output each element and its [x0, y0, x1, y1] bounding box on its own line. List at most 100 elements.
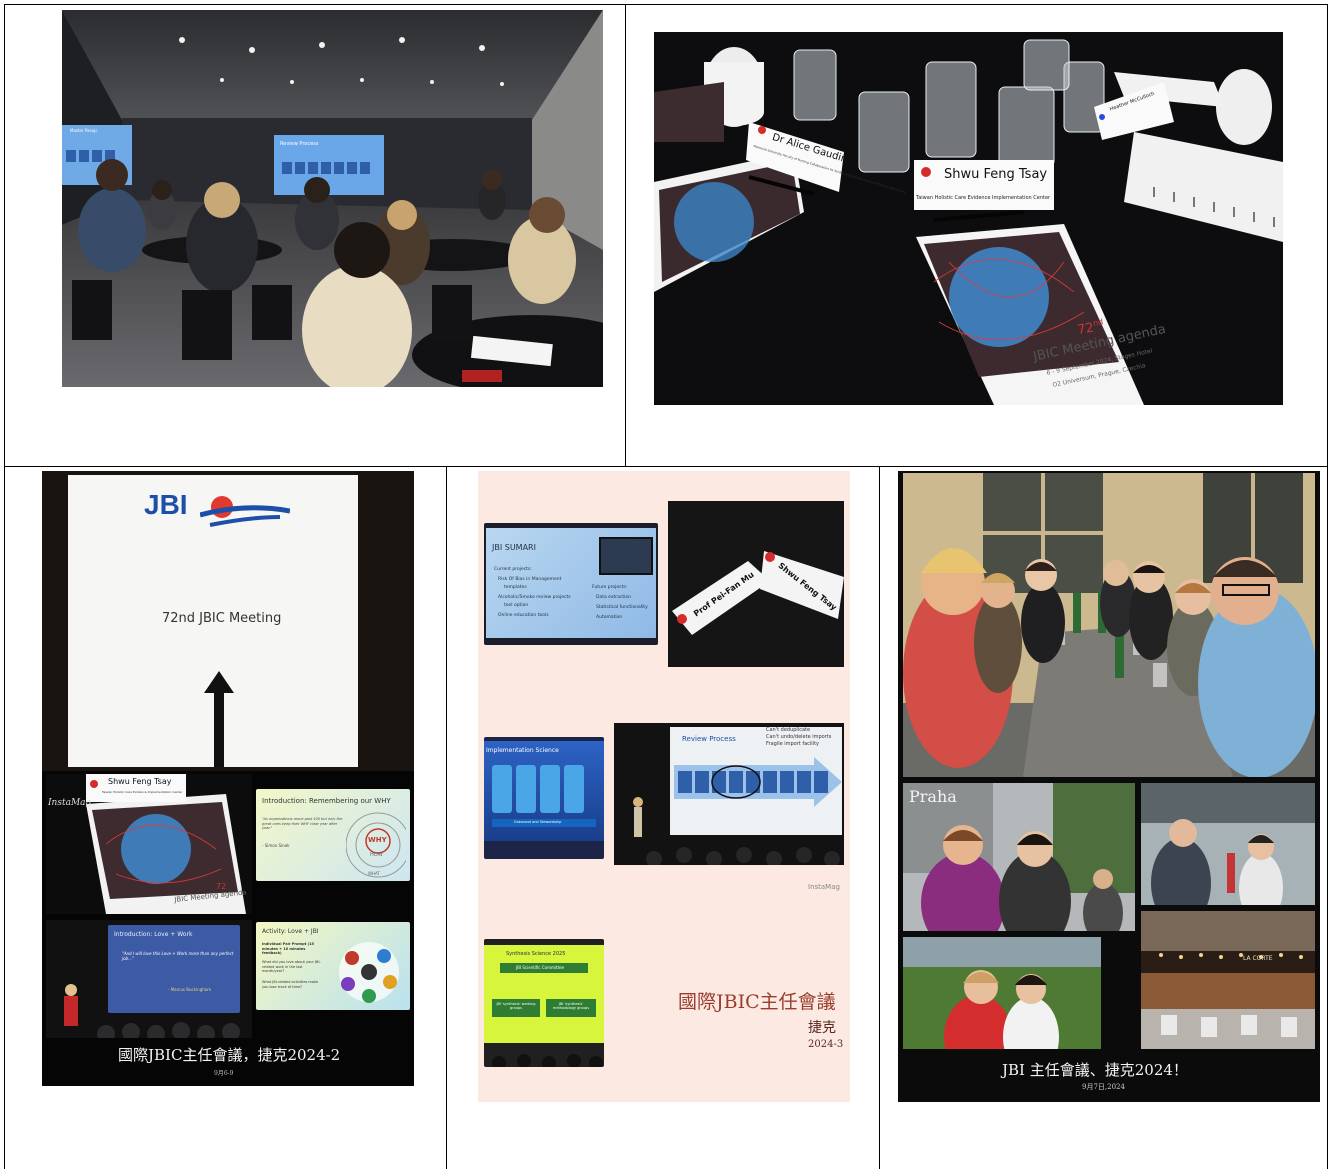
love-work-quote: "And I will love this Love + Work more t…: [122, 951, 234, 962]
dinner-scene: [903, 473, 1318, 778]
collage2-date: 2024-3: [808, 1039, 844, 1050]
synthesis-screen: [484, 945, 604, 1043]
activity-title: Activity: Love + JBI: [262, 928, 319, 935]
collage2-watermark: InstaMag: [808, 883, 840, 891]
love-work-title: Introduction: Love + Work: [114, 931, 193, 938]
agenda-number-suffix: nd: [1092, 317, 1104, 328]
conference-room-photo: Master Pasujc Review Process: [62, 10, 603, 387]
why-slide-title: Introduction: Remembering our WHY: [262, 797, 391, 805]
synthesis-left: JBI 'synthesis' working groups: [496, 1002, 536, 1011]
implementation-title: Implementation Science: [486, 747, 559, 754]
jbi-screen-photo: JBI 72nd JBIC Meeting: [42, 471, 414, 771]
sumari-left-2: Risk Of Bias in Management: [498, 577, 562, 582]
collage-prague-photos: Praha LA CORTE JBI 主任會議、捷克2024！ 9月7日,202…: [898, 471, 1320, 1102]
sumari-left-5: tool option: [504, 603, 529, 608]
place-card-2-sub: Taiwan Holistic Care Evidence Implementa…: [916, 195, 1051, 201]
sumari-left-3: templates: [504, 585, 527, 590]
review-note-2: Can't undo/delete imports: [766, 734, 832, 740]
sumari-laptop: [599, 537, 653, 575]
table-border-top: [4, 4, 1328, 5]
place-cards-photo: Dr Alice Gaudine Memorial University Fac…: [654, 32, 1283, 405]
two-women-scene: [903, 937, 1101, 1079]
why-label: WHY: [368, 836, 387, 844]
why-slide: Introduction: Remembering our WHY "As or…: [256, 789, 410, 881]
why-slide-author: - Simon Sinek: [262, 843, 290, 848]
cafe-photo: LA CORTE: [1141, 911, 1315, 1049]
conversation-scene: [1141, 783, 1315, 928]
up-arrow-icon: [204, 671, 234, 767]
collage2-caption: 國際JBIC主任會議: [678, 991, 836, 1013]
review-title: Review Process: [682, 735, 736, 743]
sumari-left-1: Current projects:: [494, 567, 532, 572]
praha-label: Praha: [909, 787, 957, 806]
card-sub: Taiwan Holistic Care Evidence Implementa…: [102, 790, 183, 794]
table-border-left: [4, 4, 5, 1169]
team-hands-icon: [339, 942, 399, 1003]
table-divider-top: [625, 4, 626, 467]
sumari-right-1: Future projects:: [592, 585, 628, 590]
meeting-title: 72nd JBIC Meeting: [162, 611, 282, 626]
place-card-photo: Shwu Feng Tsay Taiwan Holistic Care Evid…: [46, 774, 252, 914]
table-border-middle: [4, 466, 1328, 467]
table-border-right: [1327, 4, 1328, 1169]
activity-bullet-1: What did you love about your JBI-related…: [262, 960, 321, 974]
golden-circle-icon: [346, 812, 406, 878]
collage-science-slides: JBI SUMARI Current projects: Risk Of Bia…: [478, 471, 850, 1102]
place-card-2-name: Shwu Feng Tsay: [944, 167, 1048, 182]
impl-step-4: [564, 765, 584, 813]
activity-slide: Activity: Love + JBI Individual Pair Pro…: [256, 922, 410, 1010]
table-divider-bottom-2: [879, 466, 880, 1169]
activity-sub: Individual Pair Prompt (15 minutes + 10 …: [262, 942, 314, 956]
name-cards-photo: Prof Pei-Fan Mu Shwu Feng Tsay: [668, 501, 844, 667]
what-label: WHAT: [368, 871, 380, 876]
impl-band-label: Grassroot and Stewardship: [514, 820, 562, 824]
name-cards-graphic: [672, 551, 844, 635]
sumari-right-4: Automation: [596, 615, 623, 620]
impl-step-2: [516, 765, 536, 813]
sumari-right-2: Data extraction: [596, 595, 631, 600]
sumari-left-6: Online education tools: [498, 613, 549, 618]
synthesis-audience-graphic: [492, 1054, 603, 1067]
collage2-country: 捷克: [808, 1020, 836, 1036]
love-work-photo: Introduction: Love + Work "And I will lo…: [46, 920, 252, 1038]
cafe-sign: LA CORTE: [1243, 955, 1273, 962]
review-note-3: Fragile import facility: [766, 741, 820, 747]
why-slide-quote: "As organizations move past 100 but only…: [262, 817, 343, 831]
instamag-watermark: InstaMag: [48, 798, 92, 808]
two-women-photo: [903, 937, 1101, 1079]
card-name: Shwu Feng Tsay: [108, 777, 172, 786]
jbi-logo-icon: [200, 496, 290, 527]
implementation-slide: Implementation Science Grassroot and Ste…: [484, 737, 604, 859]
sumari-right-3: Statistical functionality: [596, 605, 648, 610]
left-screen-label: Master Pasujc: [70, 128, 98, 133]
sumari-slide: JBI SUMARI Current projects: Risk Of Bia…: [484, 523, 658, 645]
synthesis-slide: Synthesis Science 2025 JBI Scientific Co…: [484, 939, 604, 1067]
impl-step-1: [492, 765, 512, 813]
conference-room-scene: [62, 10, 603, 387]
cafe-scene: [1141, 911, 1315, 1049]
activity-bullet-2: What JBI-related activities make you los…: [262, 980, 319, 989]
synthesis-right: JBI 'synthesis' methodology groups: [552, 1002, 590, 1011]
dinner-group-photo: [903, 473, 1318, 778]
how-label: HOW: [370, 852, 383, 858]
right-screen-label: Review Process: [280, 141, 319, 147]
table-divider-bottom-1: [446, 466, 447, 1169]
review-process-photo: Review Process Can't deduplicate Can't u…: [614, 723, 844, 865]
collage1-caption: 國際JBIC主任會議，捷克2024-2: [118, 1046, 341, 1064]
impl-step-3: [540, 765, 560, 813]
jbi-logo-text: JBI: [144, 489, 188, 520]
synthesis-title: Synthesis Science 2025: [506, 951, 566, 957]
conversation-photo: [1141, 783, 1315, 928]
table-scene: [654, 32, 1283, 405]
review-note-1: Can't deduplicate: [766, 727, 811, 733]
collage1-date: 9月6-9: [214, 1070, 234, 1077]
audience-graphic: [64, 984, 240, 1038]
collage3-caption: JBI 主任會議、捷克2024！: [1002, 1061, 1188, 1079]
collage3-date: 9月7日,2024: [1082, 1083, 1125, 1091]
street-photo: Praha: [903, 783, 1135, 953]
review-audience-graphic: [633, 797, 840, 865]
sumari-title: JBI SUMARI: [492, 543, 536, 552]
collage-meeting-slides: JBI 72nd JBIC Meeting Shwu Feng Tsay Tai…: [42, 471, 414, 1086]
sumari-left-4: Alcoholic/Smoke review projects: [498, 595, 571, 600]
synthesis-committee: JBI Scientific Committee: [516, 965, 565, 970]
